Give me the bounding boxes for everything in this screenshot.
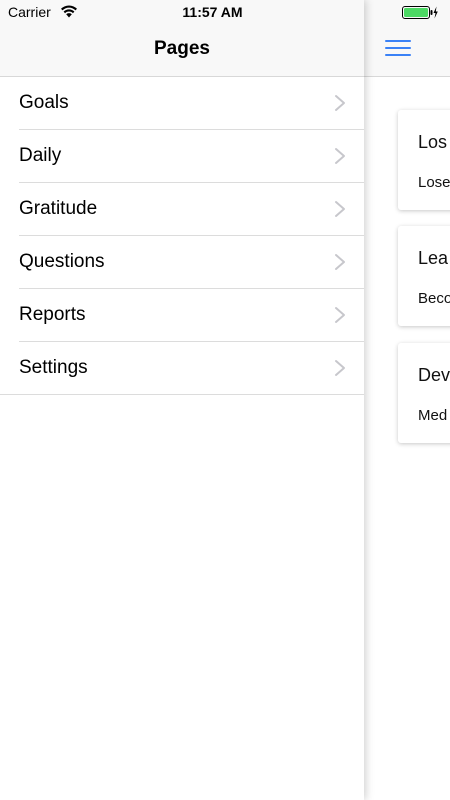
page-item-label: Goals bbox=[19, 92, 69, 113]
status-bar: Carrier 11:57 AM bbox=[0, 0, 450, 24]
page-item-label: Settings bbox=[19, 357, 88, 378]
page-item-label: Daily bbox=[19, 145, 62, 166]
drawer-title: Pages bbox=[154, 38, 210, 59]
goal-card-title: Los bbox=[418, 132, 448, 152]
page-item-goals[interactable]: Goals bbox=[0, 77, 364, 130]
hamburger-menu-icon[interactable] bbox=[385, 40, 411, 58]
pages-drawer: Pages Goals Daily Gratitude Questions Re… bbox=[0, 0, 364, 800]
page-item-gratitude[interactable]: Gratitude bbox=[0, 183, 364, 236]
chevron-right-icon bbox=[335, 254, 345, 270]
goal-card-description: Med bbox=[418, 407, 448, 424]
goal-card[interactable]: Dev Med bbox=[398, 343, 450, 443]
app-screen: Carrier 11:57 AM Los Lose Lea Beco Dev M… bbox=[0, 0, 450, 800]
page-item-label: Questions bbox=[19, 251, 105, 272]
goal-card-title: Dev bbox=[418, 365, 450, 385]
battery-charging-icon bbox=[402, 6, 438, 19]
page-item-daily[interactable]: Daily bbox=[0, 130, 364, 183]
page-item-label: Reports bbox=[19, 304, 86, 325]
page-item-label: Gratitude bbox=[19, 198, 98, 219]
chevron-right-icon bbox=[335, 148, 345, 164]
chevron-right-icon bbox=[335, 360, 345, 376]
page-item-reports[interactable]: Reports bbox=[0, 289, 364, 342]
chevron-right-icon bbox=[335, 307, 345, 323]
main-panel: Los Lose Lea Beco Dev Med bbox=[364, 0, 450, 800]
goal-card-description: Lose bbox=[418, 174, 450, 191]
goal-card[interactable]: Los Lose bbox=[398, 110, 450, 210]
chevron-right-icon bbox=[335, 201, 345, 217]
chevron-right-icon bbox=[335, 95, 345, 111]
goal-card[interactable]: Lea Beco bbox=[398, 226, 450, 326]
goal-card-title: Lea bbox=[418, 248, 449, 268]
status-time: 11:57 AM bbox=[182, 4, 243, 20]
page-item-questions[interactable]: Questions bbox=[0, 236, 364, 289]
page-item-settings[interactable]: Settings bbox=[0, 342, 364, 395]
goal-card-description: Beco bbox=[418, 290, 450, 307]
pages-list: Goals Daily Gratitude Questions Reports … bbox=[0, 77, 364, 395]
